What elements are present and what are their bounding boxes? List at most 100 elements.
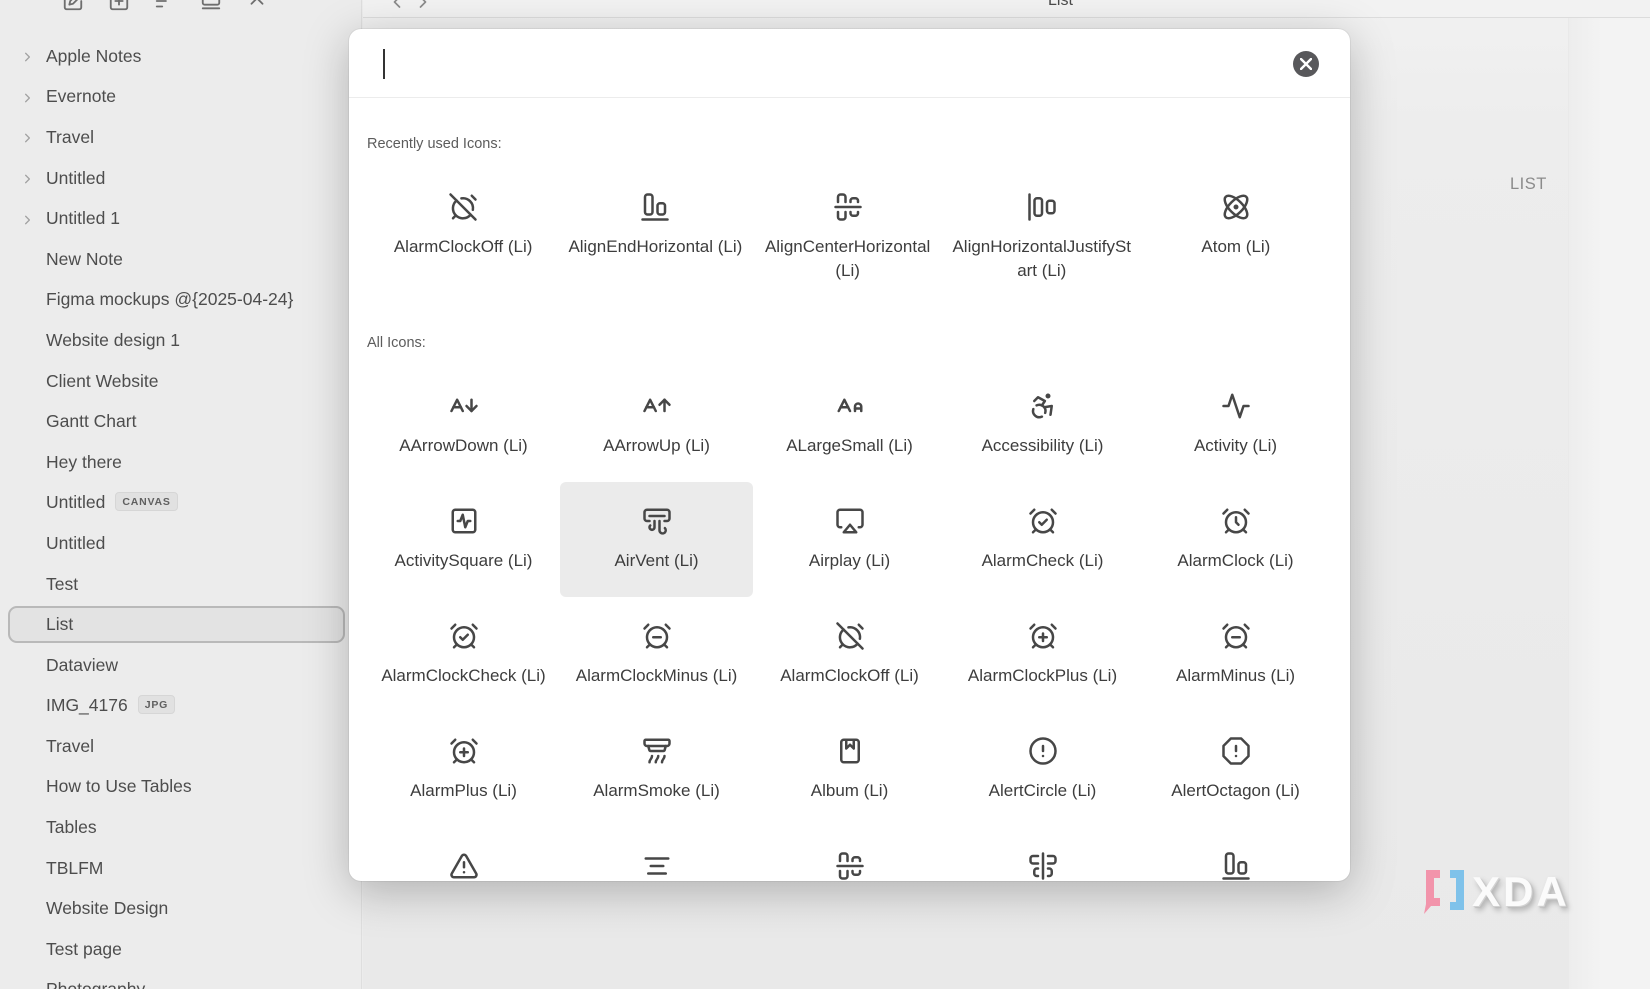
icon-option-label: AlarmClockOff (Li) <box>393 237 533 256</box>
icon-option-align-end-horizontal[interactable] <box>1139 827 1332 881</box>
sidebar-item-untitled[interactable]: Untitled CANVAS <box>0 483 361 524</box>
icon-option-alert-octagon[interactable]: AlertOctagon (Li) <box>1139 712 1332 827</box>
file-label: Tables <box>46 817 97 838</box>
file-explorer-sidebar: Apple Notes Evernote Travel Untitled Untitle… <box>0 0 362 989</box>
back-icon[interactable] <box>387 0 407 12</box>
chevron-right-icon[interactable] <box>20 49 35 64</box>
icon-option-label: AlarmSmoke (Li) <box>593 781 720 800</box>
icon-option-activity-square[interactable]: ActivitySquare (Li) <box>367 482 560 597</box>
icon-picker-modal: Recently used Icons: AlarmClockOff (Li) A… <box>349 29 1350 881</box>
sidebar-item-figma-mockups-2025-04-24-[interactable]: Figma mockups @{2025-04-24} <box>0 280 361 321</box>
icon-option-align-center[interactable] <box>560 827 753 881</box>
file-label: Untitled <box>46 492 106 513</box>
sidebar-item-photography[interactable]: Photography <box>0 970 361 989</box>
icon-option-align-center-horizontal[interactable] <box>753 827 946 881</box>
chevron-right-icon[interactable] <box>20 89 35 104</box>
sidebar-item-website-design-1[interactable]: Website design 1 <box>0 320 361 361</box>
file-label: New Note <box>46 248 123 269</box>
sidebar-item-untitled[interactable]: Untitled <box>0 523 361 564</box>
sidebar-item-test[interactable]: Test <box>0 564 361 605</box>
file-label: Dataview <box>46 654 118 675</box>
sidebar-item-travel[interactable]: Travel <box>0 726 361 767</box>
sidebar-item-how-to-use-tables[interactable]: How to Use Tables <box>0 767 361 808</box>
new-folder-icon[interactable] <box>108 0 130 12</box>
icon-option-label: Album (Li) <box>810 781 889 800</box>
icon-option-album[interactable]: Album (Li) <box>753 712 946 827</box>
file-label: Travel <box>46 735 94 756</box>
sidebar-item-website-design[interactable]: Website Design <box>0 888 361 929</box>
chevron-right-icon[interactable] <box>20 130 35 145</box>
file-label: List <box>46 614 74 635</box>
sidebar-item-new-note[interactable]: New Note <box>0 239 361 280</box>
icon-option-align-center-horizontal[interactable]: AlignCenterHorizontal (Li) <box>752 168 944 307</box>
icon-option-alarm-clock-plus[interactable]: AlarmClockPlus (Li) <box>946 597 1139 712</box>
icon-option-align-horizontal-justify-start[interactable]: AlignHorizontalJustifyStart (Li) <box>944 168 1140 307</box>
file-label: Hey there <box>46 451 122 472</box>
icon-option-alarm-clock-off[interactable]: AlarmClockOff (Li) <box>367 168 559 307</box>
file-label: Test <box>46 573 79 594</box>
sidebar-item-gantt-chart[interactable]: Gantt Chart <box>0 401 361 442</box>
forward-icon[interactable] <box>413 0 433 12</box>
alert-circle-icon <box>1028 736 1058 766</box>
file-label: Untitled <box>46 532 106 553</box>
icon-option-alarm-clock-minus[interactable]: AlarmClockMinus (Li) <box>560 597 753 712</box>
align-center-horizontal-icon <box>835 851 865 881</box>
new-note-icon[interactable] <box>62 0 84 12</box>
icon-option-alert-triangle[interactable] <box>367 827 560 881</box>
icon-option-alarm-clock[interactable]: AlarmClock (Li) <box>1139 482 1332 597</box>
sidebar-item-test-page[interactable]: Test page <box>0 929 361 970</box>
sidebar-item-client-website[interactable]: Client Website <box>0 361 361 402</box>
align-center-horizontal-icon <box>833 192 863 222</box>
icon-option-alarm-clock-off[interactable]: AlarmClockOff (Li) <box>753 597 946 712</box>
explorer-toolbar <box>62 0 268 12</box>
icon-option-accessibility[interactable]: Accessibility (Li) <box>946 367 1139 482</box>
search-input[interactable] <box>349 29 1350 97</box>
sidebar-item-img-4176[interactable]: IMG_4176 JPG <box>0 686 361 727</box>
sidebar-item-apple-notes[interactable]: Apple Notes <box>0 36 361 77</box>
search-row <box>349 29 1350 98</box>
all-icons-grid: AArrowDown (Li) AArrowUp (Li) ALargeSmall … <box>367 367 1332 827</box>
sidebar-item-evernote[interactable]: Evernote <box>0 77 361 118</box>
activity-square-icon <box>449 506 479 536</box>
chevron-right-icon[interactable] <box>20 211 35 226</box>
sidebar-item-travel[interactable]: Travel <box>0 117 361 158</box>
icon-option-activity[interactable]: Activity (Li) <box>1139 367 1332 482</box>
icon-option-atom[interactable]: Atom (Li) <box>1140 168 1332 307</box>
icon-option-label: AlarmClockOff (Li) <box>780 666 919 685</box>
alarm-smoke-icon <box>642 736 672 766</box>
sidebar-item-tables[interactable]: Tables <box>0 807 361 848</box>
sidebar-item-list[interactable]: List <box>0 604 361 645</box>
recent-section-title: Recently used Icons: <box>367 136 502 152</box>
icon-option-label: AArrowUp (Li) <box>603 436 710 455</box>
icon-option-alarm-check[interactable]: AlarmCheck (Li) <box>946 482 1139 597</box>
sidebar-item-untitled-1[interactable]: Untitled 1 <box>0 198 361 239</box>
close-button[interactable] <box>1293 51 1319 77</box>
icon-option-a-arrow-down[interactable]: AArrowDown (Li) <box>367 367 560 482</box>
icon-option-alarm-smoke[interactable]: AlarmSmoke (Li) <box>560 712 753 827</box>
icon-option-align-end-horizontal[interactable]: AlignEndHorizontal (Li) <box>559 168 751 307</box>
file-label: Gantt Chart <box>46 411 137 432</box>
sidebar-item-untitled[interactable]: Untitled <box>0 158 361 199</box>
sidebar-item-hey-there[interactable]: Hey there <box>0 442 361 483</box>
icon-option-air-vent[interactable]: AirVent (Li) <box>560 482 753 597</box>
sidebar-item-tblfm[interactable]: TBLFM <box>0 848 361 889</box>
icon-option-align-center-vertical[interactable] <box>946 827 1139 881</box>
icon-option-label: Atom (Li) <box>1201 237 1271 256</box>
right-pane-strip <box>1568 18 1650 989</box>
panel-icon[interactable] <box>200 0 222 12</box>
tab-title[interactable]: List <box>1048 0 1073 10</box>
icon-option-label: AlignCenterHorizontal (Li) <box>764 237 931 280</box>
icon-option-alarm-clock-check[interactable]: AlarmClockCheck (Li) <box>367 597 560 712</box>
sort-order-icon[interactable] <box>154 0 176 12</box>
collapse-all-icon[interactable] <box>246 0 268 12</box>
sidebar-item-dataview[interactable]: Dataview <box>0 645 361 686</box>
icon-option-alarm-plus[interactable]: AlarmPlus (Li) <box>367 712 560 827</box>
icon-option-alarm-minus[interactable]: AlarmMinus (Li) <box>1139 597 1332 712</box>
chevron-right-icon[interactable] <box>20 171 35 186</box>
icon-option-airplay[interactable]: Airplay (Li) <box>753 482 946 597</box>
icon-option-label: AlarmClock (Li) <box>1177 551 1294 570</box>
icon-option-a-large-small[interactable]: ALargeSmall (Li) <box>753 367 946 482</box>
icon-option-alert-circle[interactable]: AlertCircle (Li) <box>946 712 1139 827</box>
icon-option-a-arrow-up[interactable]: AArrowUp (Li) <box>560 367 753 482</box>
icon-option-label: Airplay (Li) <box>808 551 891 570</box>
